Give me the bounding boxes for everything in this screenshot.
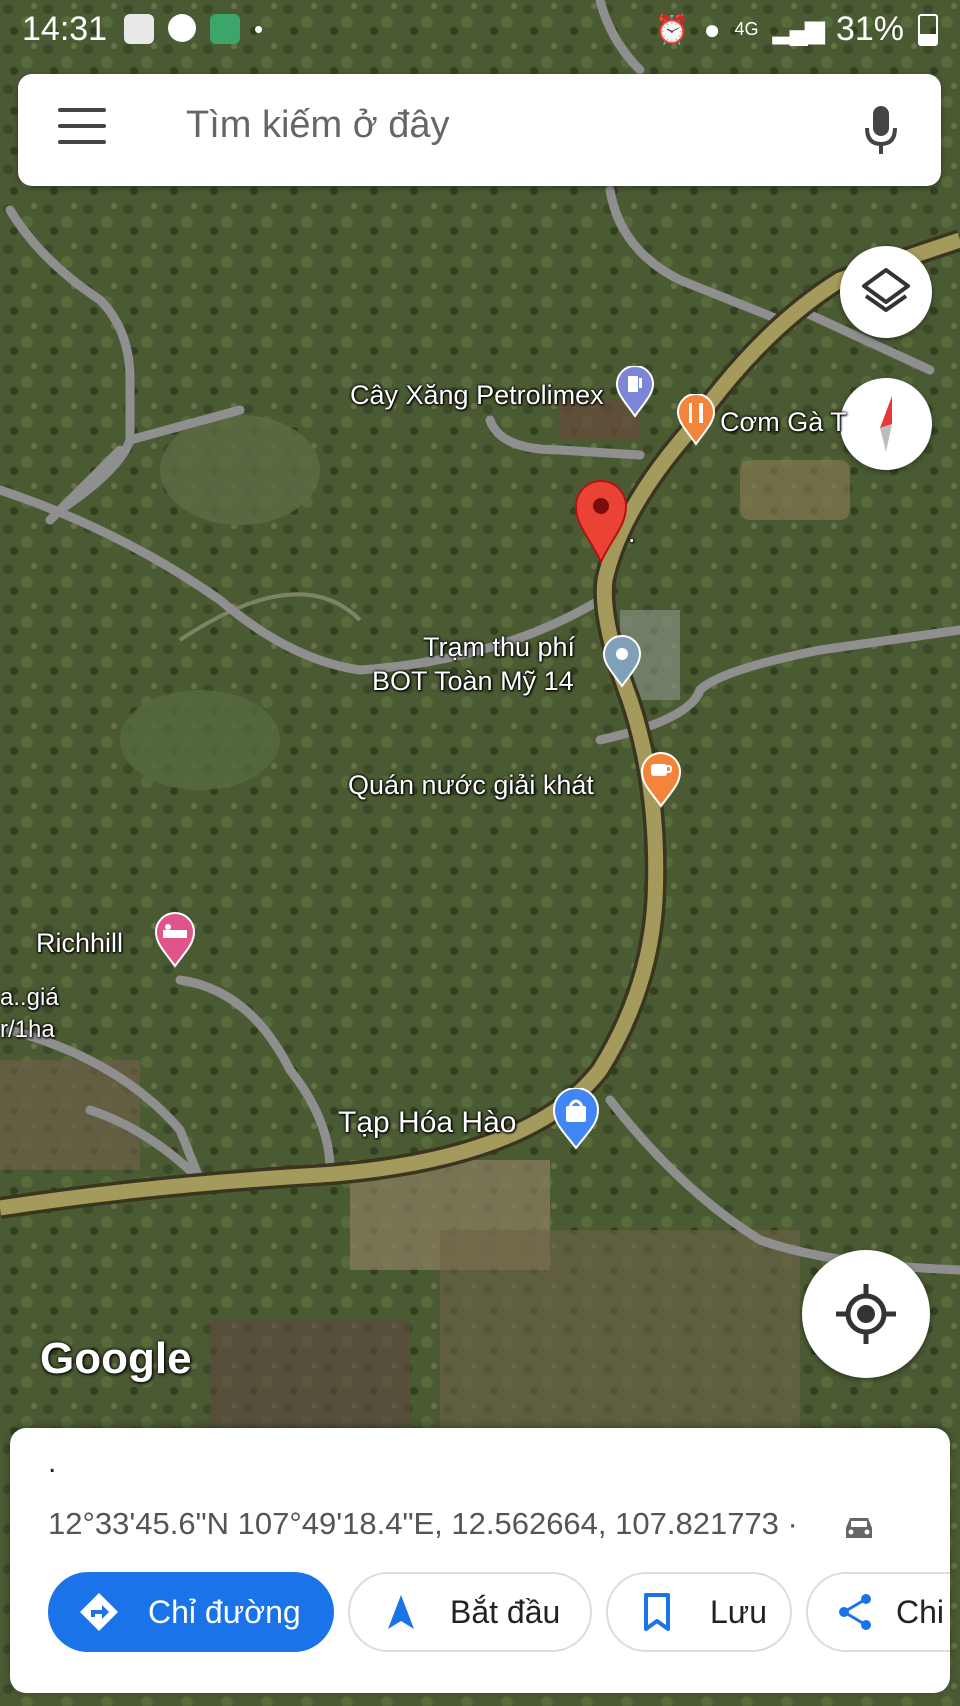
layers-button[interactable] — [840, 246, 932, 338]
directions-label: Chỉ đường — [148, 1593, 301, 1630]
poi-label-tap-hoa-hao[interactable]: Tạp Hóa Hào — [338, 1106, 516, 1140]
alarm-icon: ⏰ — [654, 14, 690, 45]
share-button[interactable]: Chi — [806, 1572, 950, 1652]
directions-button[interactable]: Chỉ đường — [48, 1572, 334, 1652]
dropped-pin-label: . — [628, 518, 636, 548]
network-type: 4G — [734, 19, 759, 39]
save-label: Lưu — [710, 1593, 768, 1630]
battery-percent: 31% — [835, 10, 904, 48]
start-button[interactable]: Bắt đầu — [348, 1572, 592, 1652]
compass-button[interactable] — [840, 378, 932, 470]
poi-label-toll-station-line2[interactable]: BOT Toàn Mỹ 14 — [372, 666, 574, 697]
compass-icon — [880, 396, 892, 452]
share-label: Chi — [896, 1593, 945, 1630]
location-icon: ● — [703, 13, 721, 45]
gas-station-icon[interactable] — [615, 366, 655, 418]
directions-icon — [80, 1593, 118, 1631]
restaurant-icon[interactable] — [676, 394, 716, 446]
shopping-icon[interactable] — [552, 1088, 600, 1150]
hotel-icon[interactable] — [154, 912, 196, 968]
share-icon — [839, 1594, 871, 1630]
bookmark-icon — [644, 1593, 670, 1631]
my-location-icon — [836, 1284, 896, 1344]
menu-icon[interactable] — [58, 108, 106, 152]
status-time: 14:31 — [22, 10, 108, 48]
poi-label-com-ga[interactable]: Cơm Gà T — [720, 407, 847, 438]
microphone-icon[interactable] — [861, 102, 901, 158]
place-sheet[interactable]: . 12°33'45.6"N 107°49'18.4"E, 12.562664,… — [10, 1428, 950, 1693]
vpn-app-icon — [210, 14, 240, 44]
start-label: Bắt đầu — [450, 1593, 561, 1630]
place-coordinates: 12°33'45.6"N 107°49'18.4"E, 12.562664, 1… — [48, 1506, 798, 1541]
battery-icon — [918, 13, 938, 46]
car-icon — [846, 1518, 872, 1538]
place-icon[interactable] — [602, 634, 642, 688]
more-notifications-icon: • — [254, 14, 264, 44]
signal-icon: ▂▄▆ — [772, 14, 825, 44]
poi-label-petrolimex[interactable]: Cây Xăng Petrolimex — [350, 380, 604, 411]
poi-label-partial-line2: r/1ha — [0, 1016, 55, 1043]
poi-label-toll-station-line1[interactable]: Trạm thu phí — [423, 632, 575, 663]
poi-label-quan-nuoc[interactable]: Quán nước giải khát — [348, 770, 594, 801]
navigation-arrow-icon — [388, 1595, 414, 1629]
place-title: . — [48, 1446, 57, 1479]
notification-app-icon — [124, 14, 154, 44]
search-bar[interactable]: Tìm kiếm ở đây — [18, 74, 941, 186]
save-button[interactable]: Lưu — [606, 1572, 792, 1652]
facebook-icon — [168, 14, 196, 42]
poi-label-partial-line1: a..giá — [0, 984, 59, 1011]
layers-icon — [862, 268, 910, 312]
search-input[interactable]: Tìm kiếm ở đây — [186, 104, 450, 147]
my-location-button[interactable] — [802, 1250, 930, 1378]
google-attribution: Google — [40, 1334, 192, 1383]
dropped-pin-icon[interactable] — [574, 480, 628, 564]
cafe-icon[interactable] — [640, 752, 682, 808]
poi-label-richhill[interactable]: Richhill — [36, 928, 123, 959]
status-bar: 14:31 • ⏰ ● 4G ▂▄▆ 31% — [0, 0, 960, 58]
